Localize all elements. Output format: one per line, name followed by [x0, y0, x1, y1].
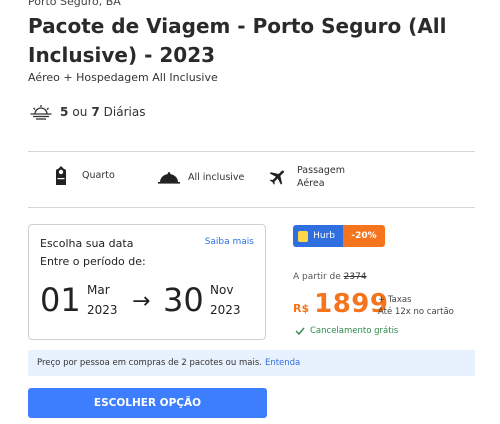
hurb-badge: Hurb	[293, 225, 343, 247]
current-price: R$ 1899	[293, 289, 389, 319]
from-price: A partir de 2374	[293, 272, 367, 282]
cloche-icon	[158, 171, 180, 184]
end-month: Nov	[210, 283, 234, 297]
package-subtitle: Aéreo + Hospedagem All Inclusive	[28, 71, 218, 84]
amenity-flight: Passagem Aérea	[268, 164, 345, 190]
end-year: 2023	[210, 303, 241, 317]
date-selector[interactable]: Escolha sua data Saiba mais Entre o perí…	[28, 224, 266, 340]
airplane-icon	[269, 170, 284, 185]
cancellation-label: Cancelamento grátis	[310, 326, 399, 336]
duration-max: 7	[91, 105, 100, 119]
amenity-all-inclusive: All inclusive	[158, 171, 244, 184]
end-day: 30	[163, 281, 204, 319]
door-hanger-icon	[56, 166, 66, 185]
sunset-icon	[30, 105, 52, 120]
check-icon	[295, 327, 305, 335]
installments-label: Até 12x no cartão	[378, 307, 454, 317]
taxes-label: + Taxas	[378, 295, 412, 305]
discount-badge: Hurb -20%	[293, 225, 385, 247]
saiba-mais-link[interactable]: Saiba mais	[205, 237, 254, 247]
duration-min: 5	[60, 105, 69, 119]
amenity-flight-label-2: Aérea	[297, 178, 325, 189]
start-day: 01	[40, 281, 81, 319]
page-title: Pacote de Viagem - Porto Seguro (All Inc…	[28, 14, 447, 67]
amenity-all-inclusive-label: All inclusive	[188, 172, 245, 183]
amenity-room-label: Quarto	[82, 169, 115, 181]
period-label: Entre o período de:	[40, 255, 146, 268]
amenity-flight-label-1: Passagem	[297, 165, 345, 176]
hurb-label: Hurb	[313, 231, 335, 241]
choose-option-button[interactable]: ESCOLHER OPÇÃO	[28, 388, 267, 418]
cancellation-info: Cancelamento grátis	[295, 326, 398, 336]
info-text: Preço por pessoa em compras de 2 pacotes…	[37, 358, 262, 368]
entenda-link[interactable]: Entenda	[265, 358, 300, 368]
duration-separator: ou	[72, 105, 88, 119]
info-bar: Preço por pessoa em compras de 2 pacotes…	[28, 350, 475, 376]
currency-label: R$	[293, 302, 310, 315]
location-label: Porto Seguro, BA	[28, 0, 121, 8]
old-price: 2374	[343, 272, 367, 282]
amenity-room: Quarto	[54, 164, 115, 186]
start-year: 2023	[87, 303, 118, 317]
date-heading: Escolha sua data	[40, 237, 134, 250]
price-details: + Taxas Até 12x no cartão	[378, 294, 454, 318]
from-label: A partir de	[293, 272, 341, 282]
discount-label: -20%	[343, 225, 385, 247]
arrow-icon: →	[132, 289, 151, 314]
start-month: Mar	[87, 283, 110, 297]
hurb-logo-icon	[298, 230, 309, 242]
amenities-row: Quarto All inclusive Passagem Aérea	[28, 152, 475, 206]
duration-unit: Diárias	[103, 105, 146, 119]
duration-info: 5 ou 7 Diárias	[30, 104, 145, 120]
divider-bottom	[28, 207, 475, 208]
